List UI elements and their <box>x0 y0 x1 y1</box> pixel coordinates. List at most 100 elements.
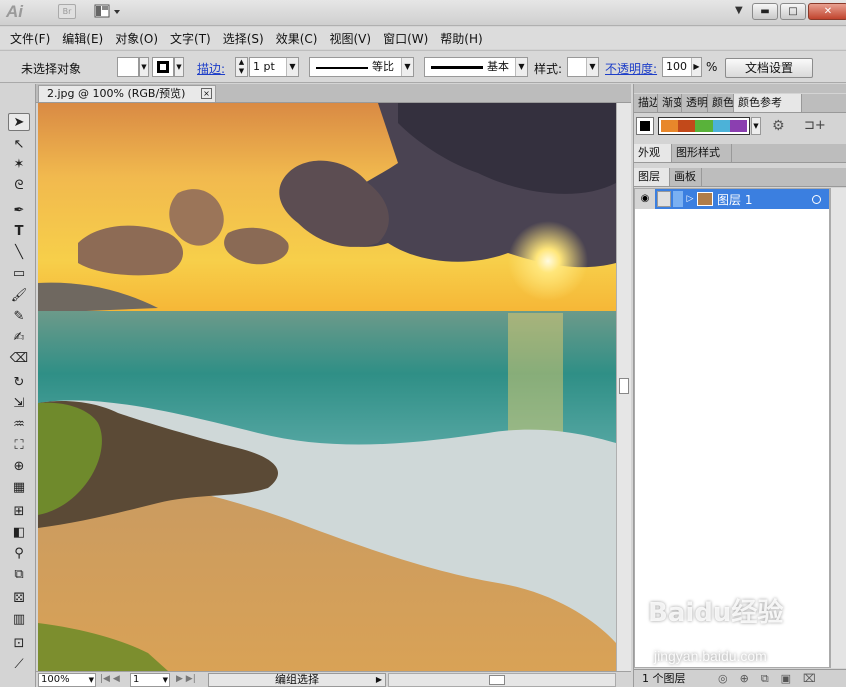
close-button[interactable]: ✕ <box>808 3 846 20</box>
artboard-navigator[interactable]: 1 ▼ <box>130 673 170 687</box>
menu-effect[interactable]: 效果(C) <box>270 30 324 47</box>
graphic-style-dropdown[interactable]: ▼ <box>567 57 599 77</box>
minimize-button[interactable]: ▬ <box>752 3 778 20</box>
slice-tool-icon[interactable]: ⟋ <box>8 656 30 674</box>
tab-artboards[interactable]: 画板 <box>670 168 702 186</box>
tools-panel: ➤ ↖ ✶ ᘓ ✒ T ╲ ▭ 🖌 ✎ ✍ ⌫ ↻ ⇲ ♒ ⛶ ⊕ ▦ ⊞ ◧ … <box>0 84 36 687</box>
layers-scrollbar[interactable] <box>830 188 846 668</box>
harmony-color-5[interactable] <box>729 120 748 132</box>
menu-view[interactable]: 视图(V) <box>323 30 377 47</box>
variable-width-profile[interactable]: 等比 ▼ <box>309 57 414 77</box>
menu-help[interactable]: 帮助(H) <box>434 30 488 47</box>
lasso-tool-icon[interactable]: ᘓ <box>8 177 30 195</box>
document-tab[interactable]: 2.jpg @ 100% (RGB/预览) × <box>38 85 216 102</box>
blob-brush-tool-icon[interactable]: ✍ <box>8 329 30 347</box>
warp-tool-icon[interactable]: ♒ <box>8 416 30 434</box>
tab-color[interactable]: 颜色 <box>708 94 734 112</box>
lock-toggle[interactable] <box>657 191 671 207</box>
tab-appearance[interactable]: 外观 <box>634 144 672 162</box>
fill-swatch[interactable] <box>117 57 139 77</box>
direct-selection-tool-icon[interactable]: ↖ <box>8 136 30 154</box>
rectangle-tool-icon[interactable]: ▭ <box>8 265 30 283</box>
scale-tool-icon[interactable]: ⇲ <box>8 395 30 413</box>
pencil-tool-icon[interactable]: ✎ <box>8 308 30 326</box>
menu-select[interactable]: 选择(S) <box>217 30 270 47</box>
maximize-button[interactable]: □ <box>780 3 806 20</box>
layer-name[interactable]: 图层 1 <box>717 191 752 208</box>
stroke-weight-dropdown[interactable]: 1 pt ▼ <box>249 57 299 77</box>
menu-type[interactable]: 文字(T) <box>164 30 217 47</box>
eraser-tool-icon[interactable]: ⌫ <box>8 350 30 368</box>
target-circle-icon[interactable] <box>812 194 821 204</box>
blend-tool-icon[interactable]: ⧉ <box>8 566 30 584</box>
style-label: 样式: <box>534 62 563 76</box>
magic-wand-tool-icon[interactable]: ✶ <box>8 156 30 174</box>
harmony-colors[interactable] <box>658 117 750 135</box>
tab-layers[interactable]: 图层 <box>634 168 670 186</box>
zoom-dropdown[interactable]: 100% ▼ <box>38 673 96 687</box>
harmony-color-2[interactable] <box>678 120 696 132</box>
stroke-label[interactable]: 描边: <box>197 60 225 77</box>
menu-object[interactable]: 对象(O) <box>109 30 164 47</box>
chevron-down-icon[interactable]: ▼ <box>751 117 761 135</box>
menu-window[interactable]: 窗口(W) <box>377 30 434 47</box>
gradient-tool-icon[interactable]: ◧ <box>8 524 30 542</box>
eyedropper-tool-icon[interactable]: ⚲ <box>8 545 30 563</box>
visibility-eye-icon[interactable]: ◉ <box>635 189 655 209</box>
stroke-swatch[interactable] <box>152 57 174 77</box>
status-dropdown[interactable]: 编组选择 ▶ <box>208 673 386 687</box>
column-graph-tool-icon[interactable]: ▥ <box>8 611 30 629</box>
selection-tool-icon[interactable]: ➤ <box>8 113 30 131</box>
canvas-vertical-scrollbar[interactable] <box>616 103 631 671</box>
stroke-dropdown[interactable]: ▼ <box>174 57 184 77</box>
scroll-thumb[interactable] <box>489 675 505 685</box>
opacity-label[interactable]: 不透明度: <box>605 60 657 77</box>
scroll-thumb[interactable] <box>619 378 629 394</box>
shape-builder-tool-icon[interactable]: ⊕ <box>8 458 30 476</box>
opacity-input[interactable]: 100 ▶ <box>662 57 702 77</box>
perspective-grid-tool-icon[interactable]: ▦ <box>8 479 30 497</box>
harmony-color-4[interactable] <box>712 120 730 132</box>
arrange-documents-icon[interactable] <box>94 4 124 20</box>
menu-edit[interactable]: 编辑(E) <box>56 30 109 47</box>
bridge-button[interactable]: Br <box>58 4 76 19</box>
stroke-weight-stepper[interactable]: ▲ ▼ <box>235 57 248 77</box>
type-tool-icon[interactable]: T <box>8 223 30 241</box>
save-color-group-icon[interactable]: ⊐+ <box>804 118 826 133</box>
layer-actions-icons[interactable]: ◎⊕⧉▣⌧ <box>718 670 828 687</box>
tab-gradient[interactable]: 渐变 <box>658 94 682 112</box>
document-setup-button[interactable]: 文档设置 <box>725 58 813 78</box>
control-bar: 未选择对象 ▼ ▼ 描边: ▲ ▼ 1 pt ▼ 等比 ▼ 基本 ▼ 样式: ▼ 不透明… <box>0 50 846 83</box>
harmony-color-3[interactable] <box>695 120 713 132</box>
line-tool-icon[interactable]: ╲ <box>8 244 30 262</box>
paintbrush-tool-icon[interactable]: 🖌 <box>8 287 30 305</box>
panel-collapse-bar[interactable] <box>634 84 846 93</box>
tab-color-guide[interactable]: 颜色参考 <box>734 94 802 112</box>
free-transform-tool-icon[interactable]: ⛶ <box>8 437 30 455</box>
layer-row[interactable]: ◉ ▷ 图层 1 <box>635 189 829 209</box>
close-icon[interactable]: × <box>201 88 212 99</box>
chevron-down-icon: ▼ <box>515 58 527 76</box>
tab-stroke[interactable]: 描边 <box>634 94 658 112</box>
workspace-dropdown[interactable]: ▼ <box>735 5 743 16</box>
base-color-swatch[interactable] <box>636 117 654 135</box>
recolor-artwork-icon[interactable]: ⚙ <box>772 118 785 134</box>
harmony-color-1[interactable] <box>661 120 679 132</box>
menu-file[interactable]: 文件(F) <box>4 30 56 47</box>
first-artboard-icon[interactable]: |◀ ◀ <box>100 674 120 684</box>
symbol-sprayer-tool-icon[interactable]: ⚄ <box>8 590 30 608</box>
selection-status: 未选择对象 <box>21 62 82 76</box>
next-artboard-icon[interactable]: ▶ ▶| <box>176 674 196 684</box>
fill-dropdown[interactable]: ▼ <box>139 57 149 77</box>
expand-triangle-icon[interactable]: ▷ <box>683 194 697 204</box>
rotate-tool-icon[interactable]: ↻ <box>8 374 30 392</box>
horizontal-scrollbar[interactable] <box>388 673 616 687</box>
tab-graphic-styles[interactable]: 图形样式 <box>672 144 732 162</box>
brush-definition[interactable]: 基本 ▼ <box>424 57 528 77</box>
window-controls: ▬ □ ✕ <box>752 3 846 21</box>
artboard-canvas[interactable] <box>38 103 616 671</box>
artboard-tool-icon[interactable]: ⊡ <box>8 635 30 653</box>
mesh-tool-icon[interactable]: ⊞ <box>8 503 30 521</box>
pen-tool-icon[interactable]: ✒ <box>8 202 30 220</box>
tab-transparency[interactable]: 透明 <box>682 94 708 112</box>
